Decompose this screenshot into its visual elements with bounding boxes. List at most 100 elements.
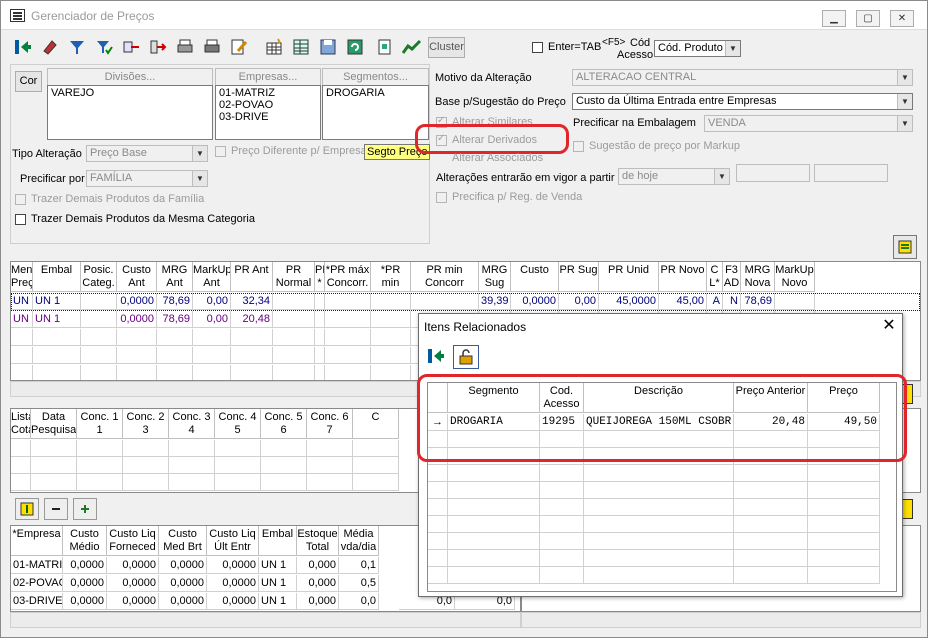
divisoes-header[interactable]: Divisões... bbox=[47, 68, 213, 86]
cluster-button[interactable]: Cluster bbox=[428, 37, 465, 58]
table-cell[interactable] bbox=[33, 347, 81, 364]
vigor-time-field[interactable] bbox=[814, 164, 888, 182]
table-cell[interactable] bbox=[231, 329, 273, 346]
empresas-list[interactable]: 01-MATRIZ 02-POVAO 03-DRIVE bbox=[215, 85, 321, 140]
table-cell[interactable] bbox=[448, 550, 540, 567]
table-cell[interactable]: 0,0000 bbox=[207, 557, 259, 574]
table-cell[interactable] bbox=[371, 311, 411, 328]
maximize-button[interactable]: ▢ bbox=[856, 10, 880, 27]
table-cell[interactable] bbox=[77, 457, 123, 474]
table-cell[interactable] bbox=[315, 311, 325, 328]
vigor-date-field[interactable] bbox=[736, 164, 810, 182]
column-header[interactable]: F3 AD bbox=[723, 262, 741, 292]
table-cell[interactable] bbox=[808, 533, 880, 550]
table-cell[interactable] bbox=[325, 365, 371, 380]
table-cell[interactable]: UN 1 bbox=[33, 311, 81, 328]
vigor-select[interactable]: de hoje ▼ bbox=[618, 168, 730, 185]
column-header[interactable]: C bbox=[353, 409, 399, 439]
column-header[interactable]: Custo Ant bbox=[117, 262, 157, 292]
table-cell[interactable] bbox=[77, 440, 123, 457]
precificar-por-select[interactable]: FAMÍLIA ▼ bbox=[86, 170, 208, 187]
table-cell[interactable] bbox=[307, 457, 353, 474]
table-cell[interactable] bbox=[81, 347, 117, 364]
column-header[interactable]: PR min Concorr Pesq bbox=[411, 262, 479, 292]
table-cell[interactable] bbox=[734, 482, 808, 499]
table-cell[interactable] bbox=[123, 440, 169, 457]
table-cell[interactable] bbox=[11, 365, 33, 380]
precifica-reg-checkbox[interactable] bbox=[436, 192, 447, 203]
table-cell[interactable]: 0,5 bbox=[339, 575, 379, 592]
base-sugestao-select[interactable]: Custo da Última Entrada entre Empresas ▼ bbox=[572, 93, 913, 110]
table-cell[interactable] bbox=[540, 533, 584, 550]
table-cell[interactable] bbox=[428, 482, 448, 499]
table-cell[interactable] bbox=[584, 550, 734, 567]
table-cell[interactable] bbox=[117, 347, 157, 364]
table-cell[interactable] bbox=[123, 474, 169, 491]
table-cell[interactable]: 0,0000 bbox=[159, 557, 207, 574]
table-cell[interactable] bbox=[11, 457, 31, 474]
table-cell[interactable] bbox=[193, 329, 231, 346]
table-cell[interactable] bbox=[215, 440, 261, 457]
exit-icon[interactable] bbox=[11, 35, 35, 59]
chevron-down-icon[interactable]: ▼ bbox=[897, 70, 912, 85]
edit-icon[interactable] bbox=[227, 35, 251, 59]
column-header[interactable]: Estoque Total bbox=[297, 526, 339, 556]
transfer-icon[interactable] bbox=[119, 35, 143, 59]
table-cell[interactable] bbox=[808, 499, 880, 516]
column-header[interactable]: Custo bbox=[511, 262, 559, 292]
column-header[interactable]: PR Normal bbox=[273, 262, 315, 292]
table-cell[interactable] bbox=[371, 347, 411, 364]
column-header[interactable]: PR Ant bbox=[231, 262, 273, 292]
minus-icon[interactable] bbox=[44, 498, 68, 520]
column-header[interactable]: Lista Cotação bbox=[11, 409, 31, 439]
table-cell[interactable] bbox=[734, 516, 808, 533]
table-cell[interactable] bbox=[273, 365, 315, 380]
table-cell[interactable] bbox=[353, 440, 399, 457]
table-cell[interactable] bbox=[81, 329, 117, 346]
segmentos-list[interactable]: DROGARIA bbox=[322, 85, 429, 140]
table-cell[interactable] bbox=[734, 567, 808, 584]
table-cell[interactable]: 0,0000 bbox=[63, 575, 107, 592]
table-cell[interactable] bbox=[808, 465, 880, 482]
close-icon[interactable]: ✕ bbox=[879, 317, 899, 335]
table-cell[interactable]: 0,0000 bbox=[107, 593, 159, 610]
table-cell[interactable] bbox=[273, 311, 315, 328]
table-cell[interactable] bbox=[584, 482, 734, 499]
grid-up-down-icon[interactable] bbox=[15, 498, 39, 520]
table-cell[interactable]: 02-POVAO bbox=[11, 575, 63, 592]
table-cell[interactable] bbox=[353, 474, 399, 491]
table-cell[interactable] bbox=[540, 550, 584, 567]
column-header[interactable]: Embal bbox=[259, 526, 297, 556]
table-cell[interactable] bbox=[428, 516, 448, 533]
eraser-icon[interactable] bbox=[38, 35, 62, 59]
preco-diferente-checkbox[interactable] bbox=[215, 146, 226, 157]
table-cell[interactable]: UN 1 bbox=[259, 575, 297, 592]
table-cell[interactable]: 0,00 bbox=[193, 311, 231, 328]
selected-row[interactable] bbox=[11, 293, 920, 311]
table-cell[interactable] bbox=[11, 440, 31, 457]
table-cell[interactable] bbox=[448, 465, 540, 482]
list-item[interactable]: VAREJO bbox=[51, 87, 209, 99]
list-item[interactable]: DROGARIA bbox=[326, 87, 425, 99]
sugestao-markup-checkbox[interactable] bbox=[573, 141, 584, 152]
plus-icon[interactable] bbox=[73, 498, 97, 520]
table-cell[interactable] bbox=[808, 482, 880, 499]
table-cell[interactable] bbox=[540, 567, 584, 584]
table-cell[interactable]: UN 1 bbox=[11, 311, 33, 328]
table-cell[interactable] bbox=[325, 329, 371, 346]
table-cell[interactable] bbox=[448, 567, 540, 584]
table-cell[interactable]: 0,000 bbox=[297, 593, 339, 610]
table-cell[interactable]: 03-DRIVE bbox=[11, 593, 63, 610]
table-cell[interactable] bbox=[261, 474, 307, 491]
table-cell[interactable] bbox=[584, 516, 734, 533]
divisoes-list[interactable]: VAREJO bbox=[47, 85, 213, 140]
table-cell[interactable]: UN 1 bbox=[259, 593, 297, 610]
table-cell[interactable] bbox=[584, 533, 734, 550]
column-header[interactable]: Custo Liq Forneced bbox=[107, 526, 159, 556]
table-cell[interactable] bbox=[540, 465, 584, 482]
chevron-down-icon[interactable]: ▼ bbox=[897, 116, 912, 131]
column-header[interactable]: *PR min Concorr. bbox=[371, 262, 411, 292]
filter-icon[interactable] bbox=[65, 35, 89, 59]
list-item[interactable]: 01-MATRIZ bbox=[219, 87, 317, 99]
table-cell[interactable] bbox=[77, 474, 123, 491]
